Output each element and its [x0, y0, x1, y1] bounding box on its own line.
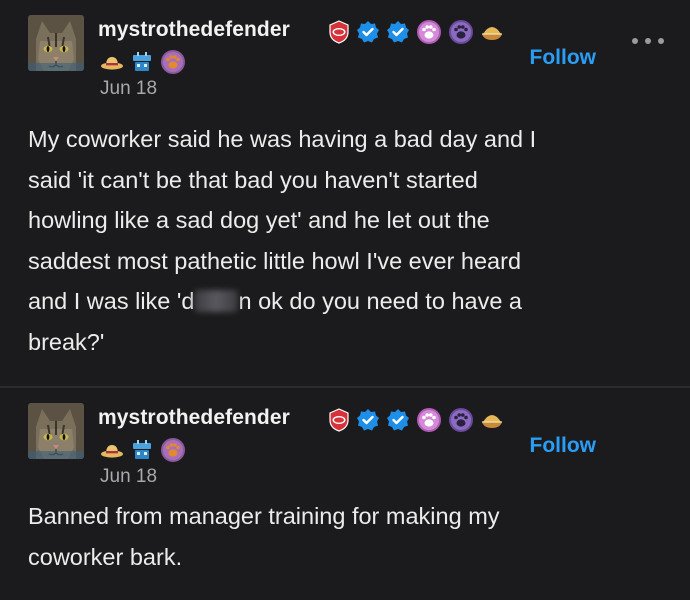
badge-row-1: [328, 406, 504, 434]
post-body-line: and I was like 'd n ok do you need to hav…: [28, 281, 658, 322]
cat-avatar-icon: [28, 403, 84, 459]
post-body-fragment: and I was like 'd: [28, 288, 195, 314]
avatar[interactable]: [28, 403, 84, 459]
bread-bowl-badge-icon[interactable]: [480, 22, 504, 42]
post-2: mystrothedefender Jun 18 Follow Banned f…: [0, 388, 690, 600]
purple-paw-badge-icon[interactable]: [448, 19, 474, 45]
post-1: mystrothedefender Jun 18 Follow My cowor…: [0, 0, 690, 386]
post-body-line: howling like a sad dog yet' and he let o…: [28, 207, 490, 233]
post-body-line: coworker bark.: [28, 543, 183, 570]
post-date[interactable]: Jun 18: [100, 466, 157, 488]
post-body: My coworker said he was having a bad day…: [28, 119, 658, 362]
post-body-line: Banned from manager training for making …: [28, 503, 500, 529]
more-options-icon[interactable]: [632, 36, 664, 46]
follow-button[interactable]: Follow: [530, 434, 597, 458]
verified-badge-icon[interactable]: [386, 20, 410, 44]
cat-avatar-icon: [28, 15, 84, 71]
bread-bowl-badge-icon[interactable]: [480, 410, 504, 430]
red-shield-badge-icon[interactable]: [328, 408, 350, 432]
badge-row-1: [328, 18, 504, 46]
post-body-line: said 'it can't be that bad you haven't s…: [28, 166, 478, 193]
verified-badge-icon[interactable]: [356, 20, 380, 44]
blue-robot-badge-icon[interactable]: [130, 50, 154, 74]
avatar[interactable]: [28, 15, 84, 71]
verified-badge-icon[interactable]: [386, 408, 410, 432]
post-body-line: My coworker said he was having a bad day…: [28, 126, 537, 152]
post-body-line: saddest most pathetic little howl I've e…: [28, 247, 522, 274]
dot: [658, 38, 664, 44]
badge-row-2: [100, 49, 186, 75]
purple-paw-badge-icon[interactable]: [448, 407, 474, 433]
username[interactable]: mystrothedefender: [98, 18, 290, 42]
username[interactable]: mystrothedefender: [98, 406, 290, 430]
dot: [645, 38, 651, 44]
straw-hat-badge-icon[interactable]: [100, 440, 124, 460]
orange-paw-badge-icon[interactable]: [160, 437, 186, 463]
post-body: Banned from manager training for making …: [28, 496, 658, 577]
pink-paw-badge-icon[interactable]: [416, 407, 442, 433]
verified-badge-icon[interactable]: [356, 408, 380, 432]
post-date[interactable]: Jun 18: [100, 78, 157, 100]
pink-paw-badge-icon[interactable]: [416, 19, 442, 45]
straw-hat-badge-icon[interactable]: [100, 52, 124, 72]
post-body-fragment: n ok do you need to have a: [238, 288, 522, 314]
post-body-line: break?': [28, 328, 105, 355]
red-shield-badge-icon[interactable]: [328, 20, 350, 44]
orange-paw-badge-icon[interactable]: [160, 49, 186, 75]
badge-row-2: [100, 437, 186, 463]
censored-blur: [194, 290, 239, 312]
dot: [632, 38, 638, 44]
blue-robot-badge-icon[interactable]: [130, 438, 154, 462]
follow-button[interactable]: Follow: [530, 46, 597, 70]
